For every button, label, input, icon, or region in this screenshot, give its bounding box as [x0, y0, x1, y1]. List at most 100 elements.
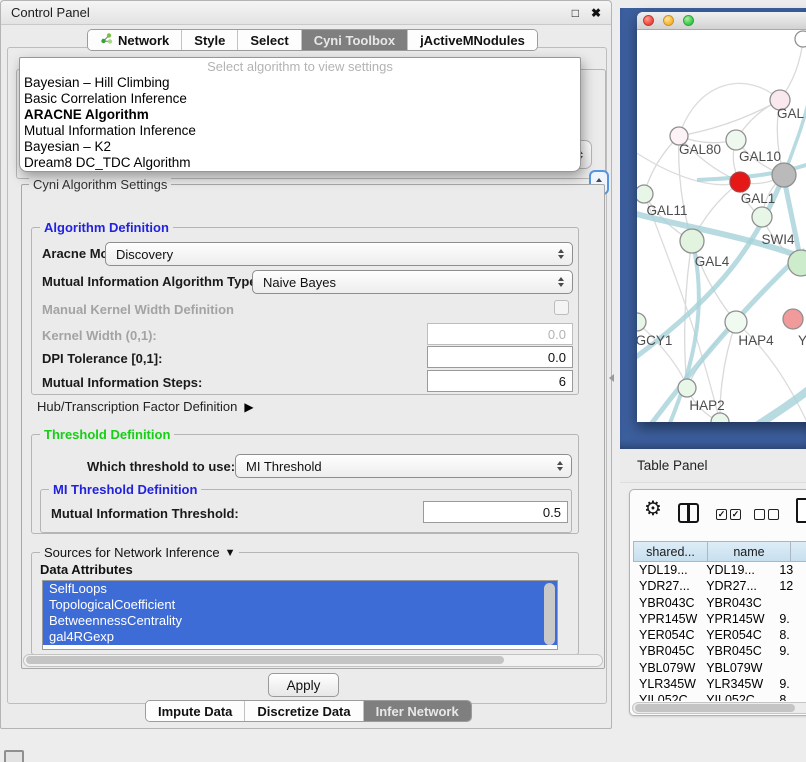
network-graph[interactable]: GALGAL80GAL10GAL1GAL11GAL4SWI4GCY1HAP4YH… [637, 30, 806, 422]
table-row[interactable]: YBR043CYBR043C [633, 595, 806, 611]
tab-infer-network[interactable]: Infer Network [364, 701, 471, 721]
network-node[interactable] [772, 163, 796, 187]
network-edge[interactable] [679, 83, 780, 136]
select-all-checkboxes-icon[interactable]: ✓ [716, 509, 727, 520]
algorithm-dropdown-prompt: Select algorithm to view settings [20, 58, 580, 75]
network-node[interactable] [711, 413, 729, 422]
network-edge[interactable] [679, 100, 780, 136]
network-view-window: GALGAL80GAL10GAL1GAL11GAL4SWI4GCY1HAP4YH… [637, 12, 806, 422]
which-threshold-combo[interactable]: MI Threshold [235, 454, 572, 478]
dpi-tolerance-input[interactable]: 0.0 [427, 346, 573, 368]
network-edge[interactable] [644, 136, 679, 194]
mi-steps-input[interactable]: 6 [427, 370, 573, 392]
network-node-gal4[interactable] [680, 229, 704, 253]
algorithm-option[interactable]: Bayesian – Hill Climbing [20, 75, 580, 91]
document-icon[interactable] [796, 498, 806, 523]
table-row[interactable]: YBR045CYBR045C9. [633, 643, 806, 659]
network-canvas[interactable]: GALGAL80GAL10GAL1GAL11GAL4SWI4GCY1HAP4YH… [637, 30, 806, 422]
table-cell: YDR27... [700, 578, 775, 594]
collapse-down-icon: ▼ [225, 547, 236, 559]
network-node-hap4[interactable] [725, 311, 747, 333]
network-node[interactable] [752, 207, 772, 227]
algorithm-option[interactable]: Basic Correlation Inference [20, 91, 580, 107]
aracne-mode-value: Discovery [116, 247, 555, 262]
split-columns-icon[interactable] [678, 503, 699, 523]
select-all-checkboxes-icon[interactable]: ✓ [730, 509, 741, 520]
tab-style[interactable]: Style [182, 30, 238, 50]
data-attributes-label: Data Attributes [40, 562, 133, 577]
settings-horizontal-scrollbar[interactable] [23, 654, 603, 667]
tab-label: Network [118, 33, 169, 48]
network-node-gal11[interactable] [637, 185, 653, 203]
tab-cyni-toolbox[interactable]: Cyni Toolbox [302, 30, 408, 50]
close-window-icon[interactable]: ✖ [591, 7, 601, 19]
network-node[interactable] [795, 31, 806, 47]
node-table-card: ⚙ ✓✓ shared...nameA YDL19...YDL19...13YDR… [629, 489, 806, 716]
deselect-all-checkboxes-icon[interactable] [768, 509, 779, 520]
attribute-list-item[interactable]: BetweennessCentrality [43, 613, 557, 629]
network-window-titlebar [637, 12, 806, 30]
table-cell: YDL19... [700, 562, 775, 578]
column-header-1[interactable]: shared... [633, 541, 708, 562]
network-node-gcy1[interactable] [637, 313, 646, 331]
table-cell: 8. [775, 692, 806, 701]
table-header-row: shared...nameA [633, 541, 806, 562]
attribute-list-item[interactable]: gal4RGexp [43, 629, 557, 645]
kernel-width-input[interactable]: 0.0 [427, 323, 573, 345]
table-horizontal-scrollbar[interactable] [632, 702, 806, 714]
manual-kernel-checkbox[interactable] [554, 300, 569, 315]
algorithm-option[interactable]: Mutual Information Inference [20, 123, 580, 139]
zoom-traffic-light-icon[interactable] [683, 15, 694, 26]
tab-network[interactable]: Network [88, 30, 182, 50]
tab-jactivemnodules[interactable]: jActiveMNodules [408, 30, 537, 50]
table-row[interactable]: YDL19...YDL19...13 [633, 562, 806, 578]
attribute-list-item[interactable]: SelfLoops [43, 581, 557, 597]
panel-splitter-arrow-icon[interactable] [609, 374, 614, 382]
column-header-3[interactable]: A [790, 541, 806, 562]
column-header-2[interactable]: name [707, 541, 791, 562]
mi-threshold-input[interactable]: 0.5 [423, 501, 568, 523]
close-traffic-light-icon[interactable] [643, 15, 654, 26]
settings-horizontal-scrollbar-thumb[interactable] [26, 656, 504, 664]
attributes-list-scrollbar-thumb[interactable] [544, 583, 555, 645]
table-cell [775, 595, 806, 611]
algorithm-option[interactable]: Bayesian – K2 [20, 139, 580, 155]
table-row[interactable]: YPR145WYPR145W9. [633, 611, 806, 627]
table-cell: YPR145W [700, 611, 775, 627]
data-attributes-list[interactable]: SelfLoopsTopologicalCoefficientBetweenne… [42, 580, 558, 650]
aracne-mode-combo[interactable]: Discovery [105, 242, 573, 266]
network-node-label: GAL10 [739, 149, 781, 164]
table-row[interactable]: YIL052CYIL052C8. [633, 692, 806, 701]
network-node-hap2[interactable] [678, 379, 696, 397]
table-horizontal-scrollbar-thumb[interactable] [635, 704, 795, 712]
network-node-label: GAL4 [695, 254, 730, 269]
attribute-list-item[interactable]: TopologicalCoefficient [43, 597, 557, 613]
sources-title-row[interactable]: Sources for Network Inference ▼ [40, 545, 239, 560]
table-row[interactable]: YBL079WYBL079W [633, 660, 806, 676]
network-node-gal1[interactable] [730, 172, 750, 192]
hub-definition-expander[interactable]: Hub/Transcription Factor Definition ▶ [37, 399, 254, 414]
network-edge[interactable] [637, 322, 687, 388]
network-node-y[interactable] [783, 309, 803, 329]
sources-group: Sources for Network Inference ▼ Data Att… [31, 552, 579, 655]
network-node-gal10[interactable] [726, 130, 746, 150]
table-row[interactable]: YLR345WYLR345W9. [633, 676, 806, 692]
algorithm-definition-title: Algorithm Definition [40, 220, 173, 235]
float-window-icon[interactable]: □ [572, 7, 579, 19]
tab-label: Select [250, 33, 288, 48]
deselect-all-checkboxes-icon[interactable] [754, 509, 765, 520]
gear-icon[interactable]: ⚙ [644, 499, 662, 519]
algorithm-option[interactable]: ARACNE Algorithm [20, 107, 580, 123]
mi-type-combo[interactable]: Naive Bayes [252, 270, 573, 294]
tab-discretize-data[interactable]: Discretize Data [245, 701, 363, 721]
minimize-traffic-light-icon[interactable] [663, 15, 674, 26]
algorithm-option[interactable]: Dream8 DC_TDC Algorithm [20, 155, 580, 171]
network-icon [100, 32, 113, 48]
apply-button[interactable]: Apply [268, 673, 339, 697]
table-row[interactable]: YER054CYER054C8. [633, 627, 806, 643]
collapsed-panel-icon[interactable] [4, 750, 24, 762]
table-row[interactable]: YDR27...YDR27...12 [633, 578, 806, 594]
tab-impute-data[interactable]: Impute Data [146, 701, 245, 721]
network-desktop-area: GALGAL80GAL10GAL1GAL11GAL4SWI4GCY1HAP4YH… [620, 8, 806, 449]
tab-select[interactable]: Select [238, 30, 301, 50]
